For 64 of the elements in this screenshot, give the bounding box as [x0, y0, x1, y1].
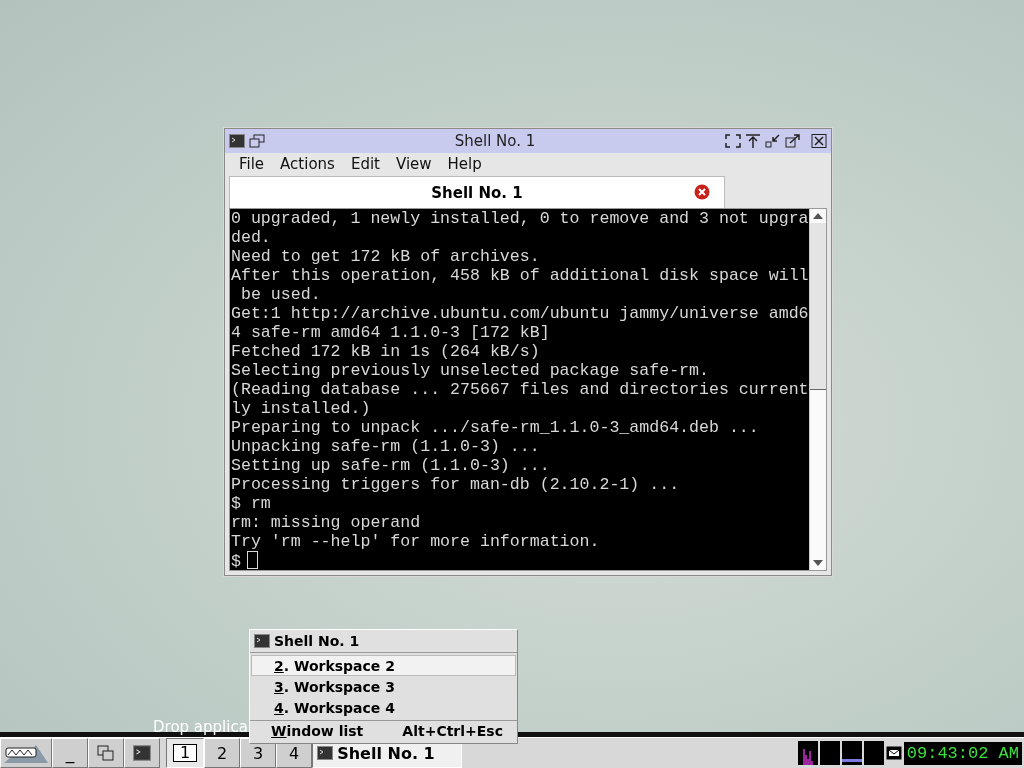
window-title: Shell No. 1: [453, 131, 537, 150]
workspace-menu-item[interactable]: 4. Workspace 4: [251, 697, 516, 718]
mail-icon[interactable]: [885, 746, 902, 760]
terminal-output[interactable]: [230, 209, 809, 570]
terminal-line: Fetched 172 kB in 1s (264 kB/s): [231, 342, 541, 361]
terminal-icon: [229, 133, 245, 148]
start-button[interactable]: [0, 738, 52, 768]
clock[interactable]: 09:43:02 AM: [903, 741, 1022, 765]
terminal-line: Get:1 http://archive.ubuntu.com/ubuntu jammy/universe amd6: [231, 304, 809, 323]
workspace-menu-item[interactable]: 3. Workspace 3: [251, 676, 516, 697]
menu-item[interactable]: File: [231, 154, 273, 173]
raise-icon[interactable]: [745, 133, 761, 148]
terminal-icon: [317, 746, 334, 760]
terminal-launcher[interactable]: [124, 738, 160, 768]
close-icon[interactable]: [811, 133, 827, 148]
cpu-monitor: [797, 741, 818, 765]
terminal-line: 4 safe-rm amd64 1.1.0-3 [172 kB]: [231, 323, 551, 342]
show-desktop-button[interactable]: _: [52, 738, 88, 768]
scrollbar[interactable]: [809, 209, 826, 570]
terminal-line: Try 'rm --help' for more information.: [231, 532, 601, 551]
menu-title: Shell No. 1: [274, 633, 360, 649]
terminal-line: 0 upgraded, 1 newly installed, 0 to remove and 3 not upgra: [231, 209, 809, 228]
terminal-line: Processing triggers for man-db (2.10.2-1) ...: [231, 475, 681, 494]
window-list-item[interactable]: Window list: [271, 723, 364, 739]
terminal-line: rm: missing operand: [231, 513, 422, 532]
maximize-icon[interactable]: [785, 133, 801, 148]
scroll-up-icon[interactable]: [813, 213, 823, 219]
fullscreen-icon[interactable]: [725, 133, 741, 148]
terminal-line: Need to get 172 kB of archives.: [231, 247, 541, 266]
menu-item[interactable]: Actions: [272, 154, 343, 173]
terminal-line: (Reading database ... 275667 files and directories current: [231, 380, 809, 399]
menu-item[interactable]: View: [387, 154, 440, 173]
minimize-icon[interactable]: [765, 133, 781, 148]
logo-drawing: [4, 743, 48, 763]
terminal-icon: [133, 745, 151, 761]
menu-item[interactable]: Edit: [342, 154, 388, 173]
network-monitor: [819, 741, 840, 765]
terminal-line: ly installed.): [231, 399, 372, 418]
terminal-line: ded.: [231, 228, 272, 247]
workspace-button[interactable]: 2: [204, 738, 241, 768]
terminal-icon: [254, 634, 270, 648]
terminal-line: Preparing to unpack .../safe-rm_1.1.0-3_amd64.deb ...: [231, 418, 760, 437]
terminal-line: $ rm: [231, 494, 272, 513]
terminal-line: After this operation, 458 kB of additional disk space will: [231, 266, 809, 285]
hint-text: Drop applica: [153, 718, 248, 736]
menu-item[interactable]: Help: [439, 154, 490, 173]
window-menu-icon[interactable]: [249, 133, 265, 148]
terminal-line: Setting up safe-rm (1.1.0-3) ...: [231, 456, 551, 475]
network-graph-drawing: [841, 759, 862, 763]
workspace-menu-item[interactable]: 2. Workspace 2: [251, 655, 516, 676]
shortcut-text: Alt+Ctrl+Esc: [402, 723, 503, 739]
window-list-button[interactable]: [88, 738, 124, 768]
network-monitor: [863, 741, 884, 765]
windows-icon: [97, 745, 115, 761]
scroll-down-icon[interactable]: [813, 560, 823, 566]
terminal-line: Unpacking safe-rm (1.1.0-3) ...: [231, 437, 541, 456]
terminal-tab[interactable]: Shell No. 1: [229, 176, 725, 208]
prompt: $: [231, 552, 241, 570]
terminal-line: be used.: [239, 285, 322, 304]
workspace-button[interactable]: 1: [166, 738, 205, 768]
terminal-line: Selecting previously unselected package safe-rm.: [231, 361, 710, 380]
cursor: [246, 551, 258, 569]
close-tab-icon[interactable]: [694, 184, 710, 201]
scrollbar-thumb[interactable]: [810, 223, 826, 390]
